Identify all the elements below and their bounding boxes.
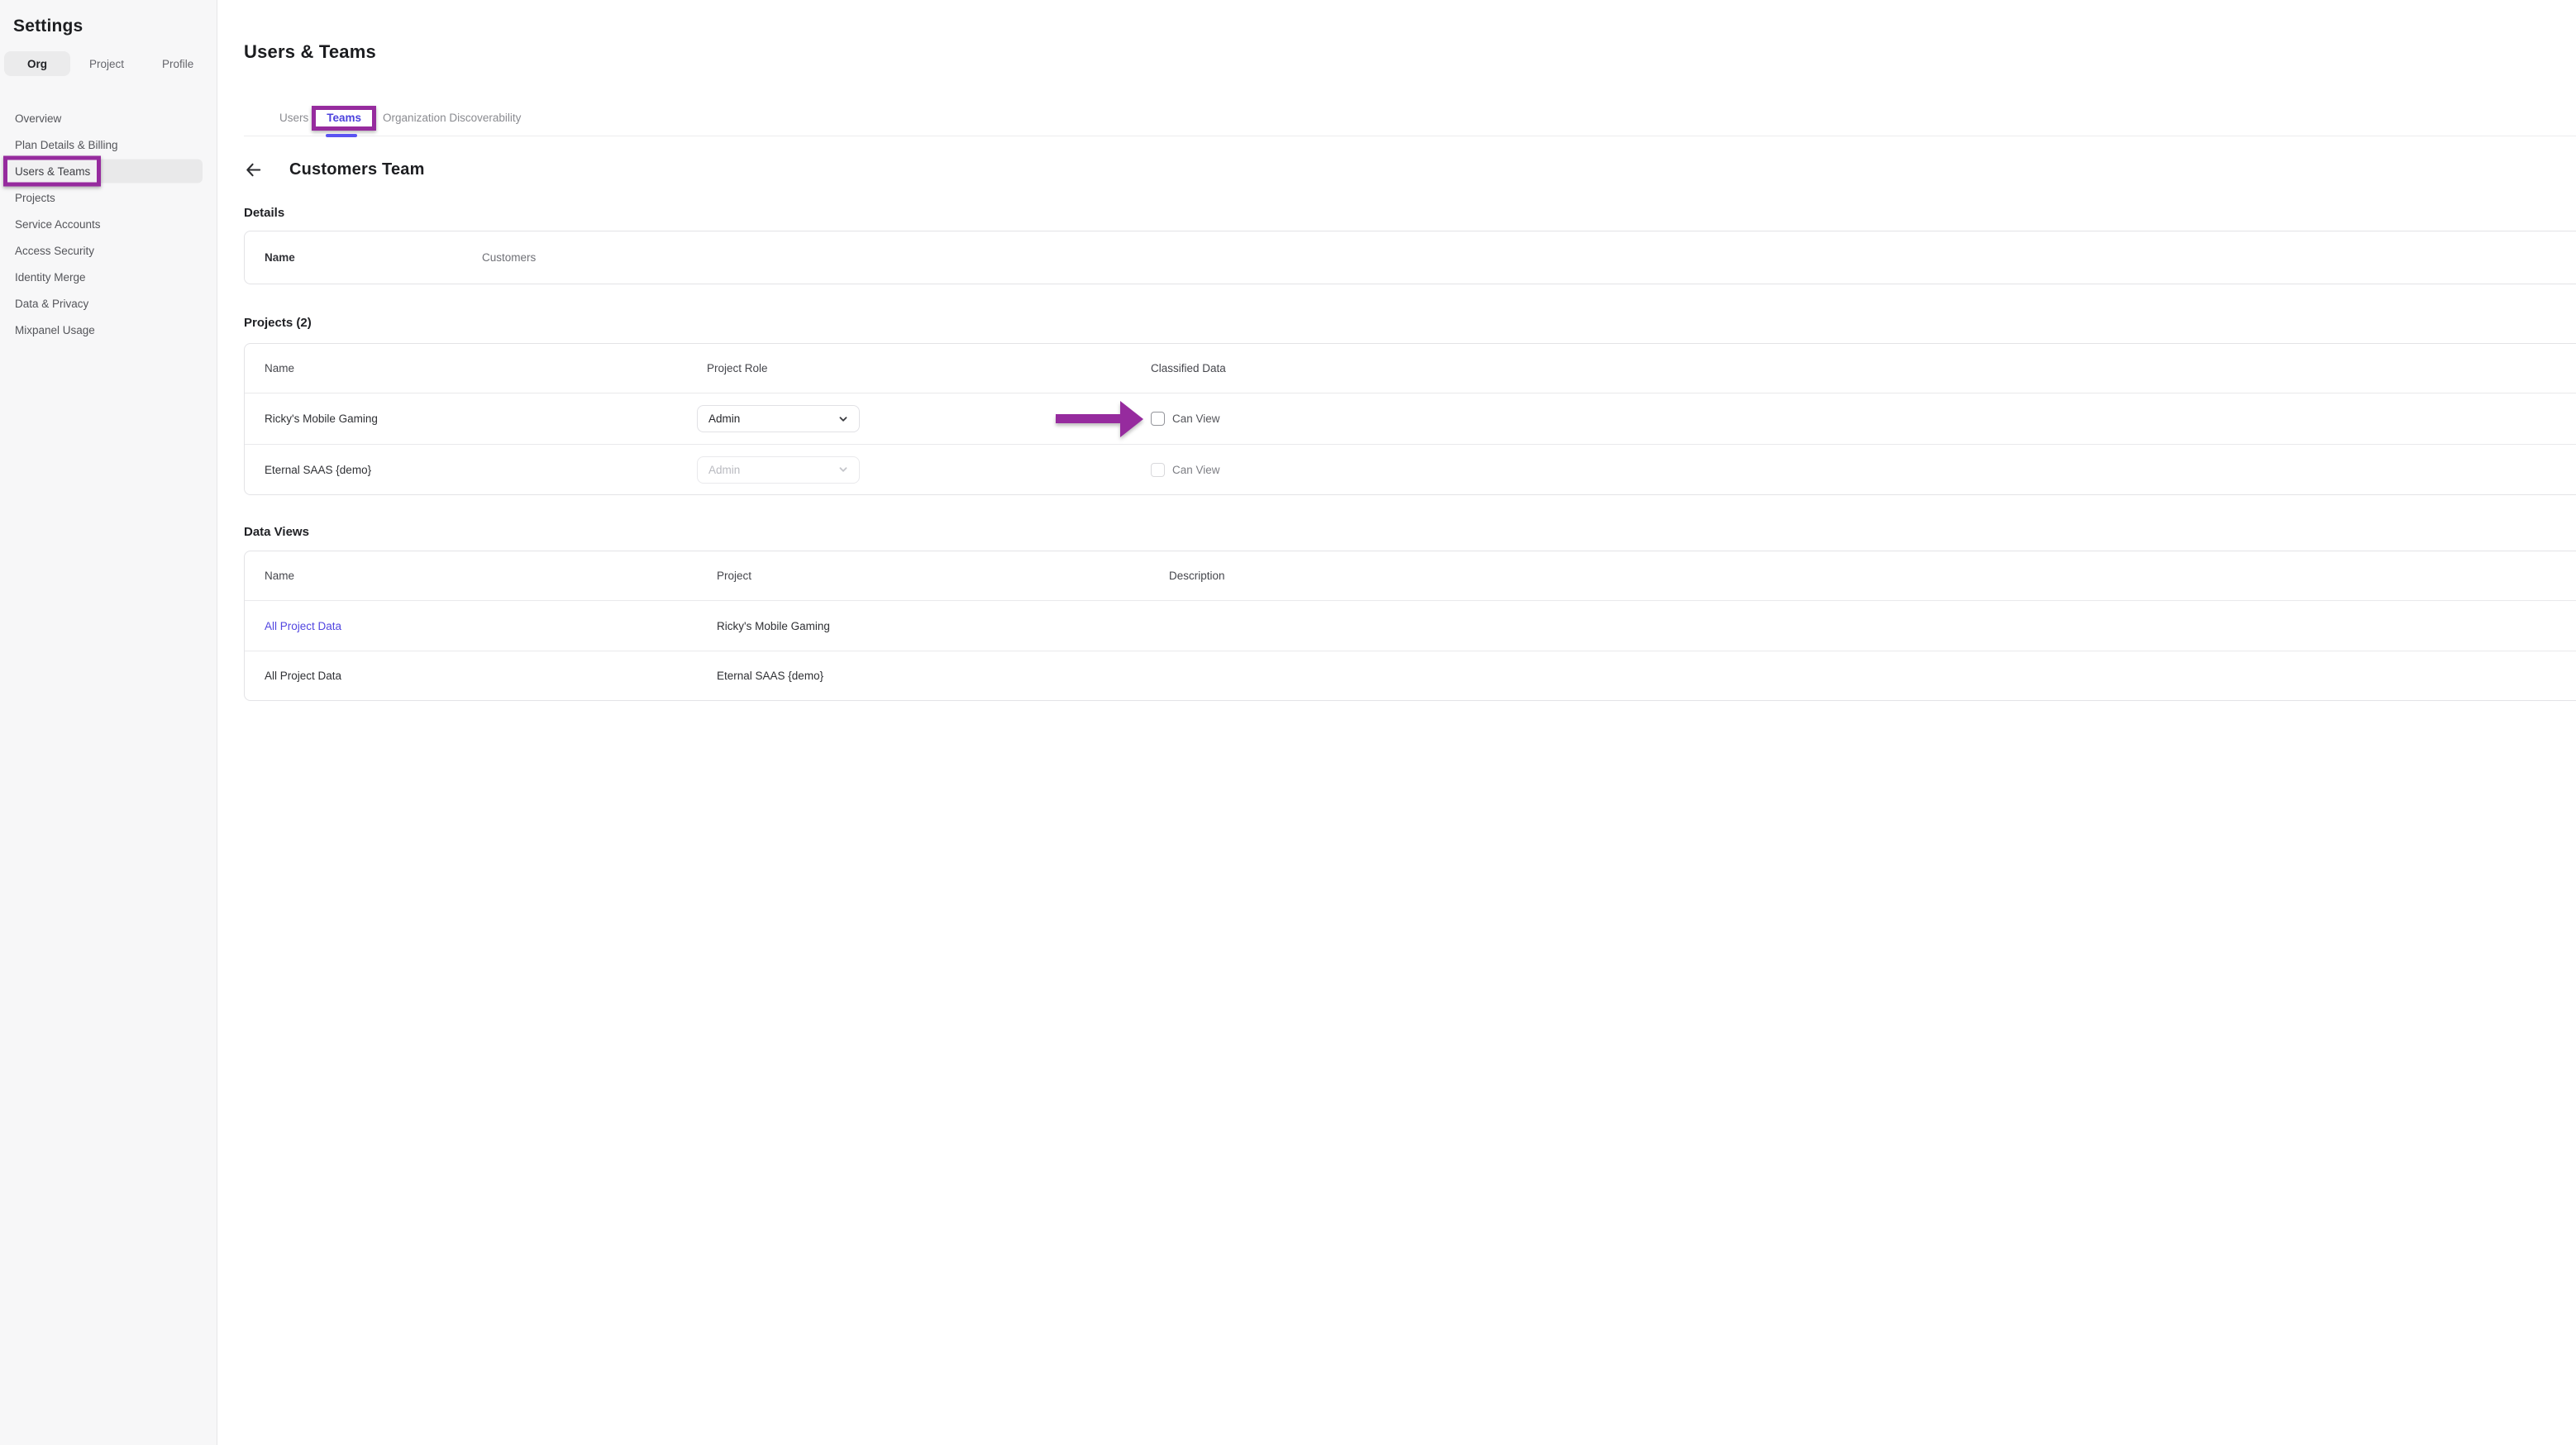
project-name: Ricky's Mobile Gaming [265, 413, 697, 425]
scope-tab-project[interactable]: Project [70, 51, 143, 76]
team-header: Customers Team [244, 157, 2576, 182]
can-view-label: Can View [1172, 413, 1220, 425]
users-teams-tabs: Users Teams Organization Discoverability [244, 100, 2576, 136]
sidebar-item-users-teams[interactable]: Users & Teams [0, 158, 217, 184]
details-card: Name Customers [244, 231, 2576, 284]
projects-table: Name Project Role Classified Data Ricky'… [244, 343, 2576, 495]
sidebar-nav: Overview Plan Details & Billing Users & … [0, 105, 217, 343]
data-view-link[interactable]: All Project Data [265, 620, 717, 632]
data-view-project: Eternal SAAS {demo} [717, 670, 1169, 682]
tab-teams[interactable]: Teams [327, 112, 361, 124]
classified-data-cell: Can View [1151, 463, 2576, 477]
column-header-classified-data: Classified Data [1151, 362, 2576, 374]
team-name-label: Name [265, 251, 482, 264]
scope-tab-org[interactable]: Org [4, 51, 70, 76]
annotation-box: Teams [312, 106, 376, 131]
active-tab-indicator [326, 134, 357, 137]
column-header-project-role: Project Role [697, 362, 1151, 374]
project-name: Eternal SAAS {demo} [265, 464, 697, 476]
project-role-dropdown[interactable]: Admin [697, 405, 860, 432]
page-title: Users & Teams [244, 41, 2576, 63]
data-views-table: Name Project Description All Project Dat… [244, 551, 2576, 701]
can-view-checkbox [1151, 463, 1165, 477]
scope-tab-profile[interactable]: Profile [143, 51, 212, 76]
sidebar-item-mixpanel-usage[interactable]: Mixpanel Usage [0, 317, 217, 343]
column-header-project: Project [717, 570, 1169, 582]
tab-organization-discoverability[interactable]: Organization Discoverability [383, 112, 521, 124]
details-heading: Details [244, 206, 2576, 220]
data-view-project: Ricky's Mobile Gaming [717, 620, 1169, 632]
column-header-name: Name [265, 362, 697, 374]
sidebar-item-data-privacy[interactable]: Data & Privacy [0, 290, 217, 317]
table-row: All Project Data Ricky's Mobile Gaming [245, 601, 2576, 651]
sidebar-item-projects[interactable]: Projects [0, 184, 217, 211]
classified-data-cell: Can View [1151, 412, 2576, 426]
team-title: Customers Team [289, 160, 425, 179]
can-view-label: Can View [1172, 464, 1220, 476]
table-row: Eternal SAAS {demo} Admin Can View [245, 444, 2576, 494]
column-header-name: Name [265, 570, 717, 582]
settings-sidebar: Settings Org Project Profile Overview Pl… [0, 0, 217, 1445]
scope-tabs: Org Project Profile [4, 51, 217, 76]
data-view-name: All Project Data [265, 670, 717, 682]
project-role-value: Admin [708, 413, 740, 425]
sidebar-item-identity-merge[interactable]: Identity Merge [0, 264, 217, 290]
annotation-arrow-icon [1056, 401, 1143, 437]
tab-users[interactable]: Users [279, 112, 308, 124]
projects-heading: Projects (2) [244, 316, 2576, 330]
can-view-checkbox[interactable] [1151, 412, 1165, 426]
sidebar-item-service-accounts[interactable]: Service Accounts [0, 211, 217, 237]
project-role-dropdown-disabled: Admin [697, 456, 860, 484]
back-arrow-icon[interactable] [244, 160, 265, 179]
table-row: All Project Data Eternal SAAS {demo} [245, 651, 2576, 700]
table-row: Ricky's Mobile Gaming Admin Can View [245, 393, 2576, 444]
sidebar-title: Settings [0, 0, 217, 36]
team-name-value: Customers [482, 251, 536, 264]
sidebar-item-overview[interactable]: Overview [0, 105, 217, 131]
sidebar-item-access-security[interactable]: Access Security [0, 237, 217, 264]
main-content: Users & Teams Users Teams Organization D… [218, 0, 2576, 1445]
project-role-value: Admin [708, 464, 740, 476]
projects-table-header: Name Project Role Classified Data [245, 344, 2576, 393]
chevron-down-icon [838, 465, 848, 475]
column-header-description: Description [1169, 570, 2576, 582]
chevron-down-icon [838, 414, 848, 424]
data-views-heading: Data Views [244, 525, 2576, 539]
sidebar-item-plan-details-billing[interactable]: Plan Details & Billing [0, 131, 217, 158]
data-views-table-header: Name Project Description [245, 551, 2576, 601]
